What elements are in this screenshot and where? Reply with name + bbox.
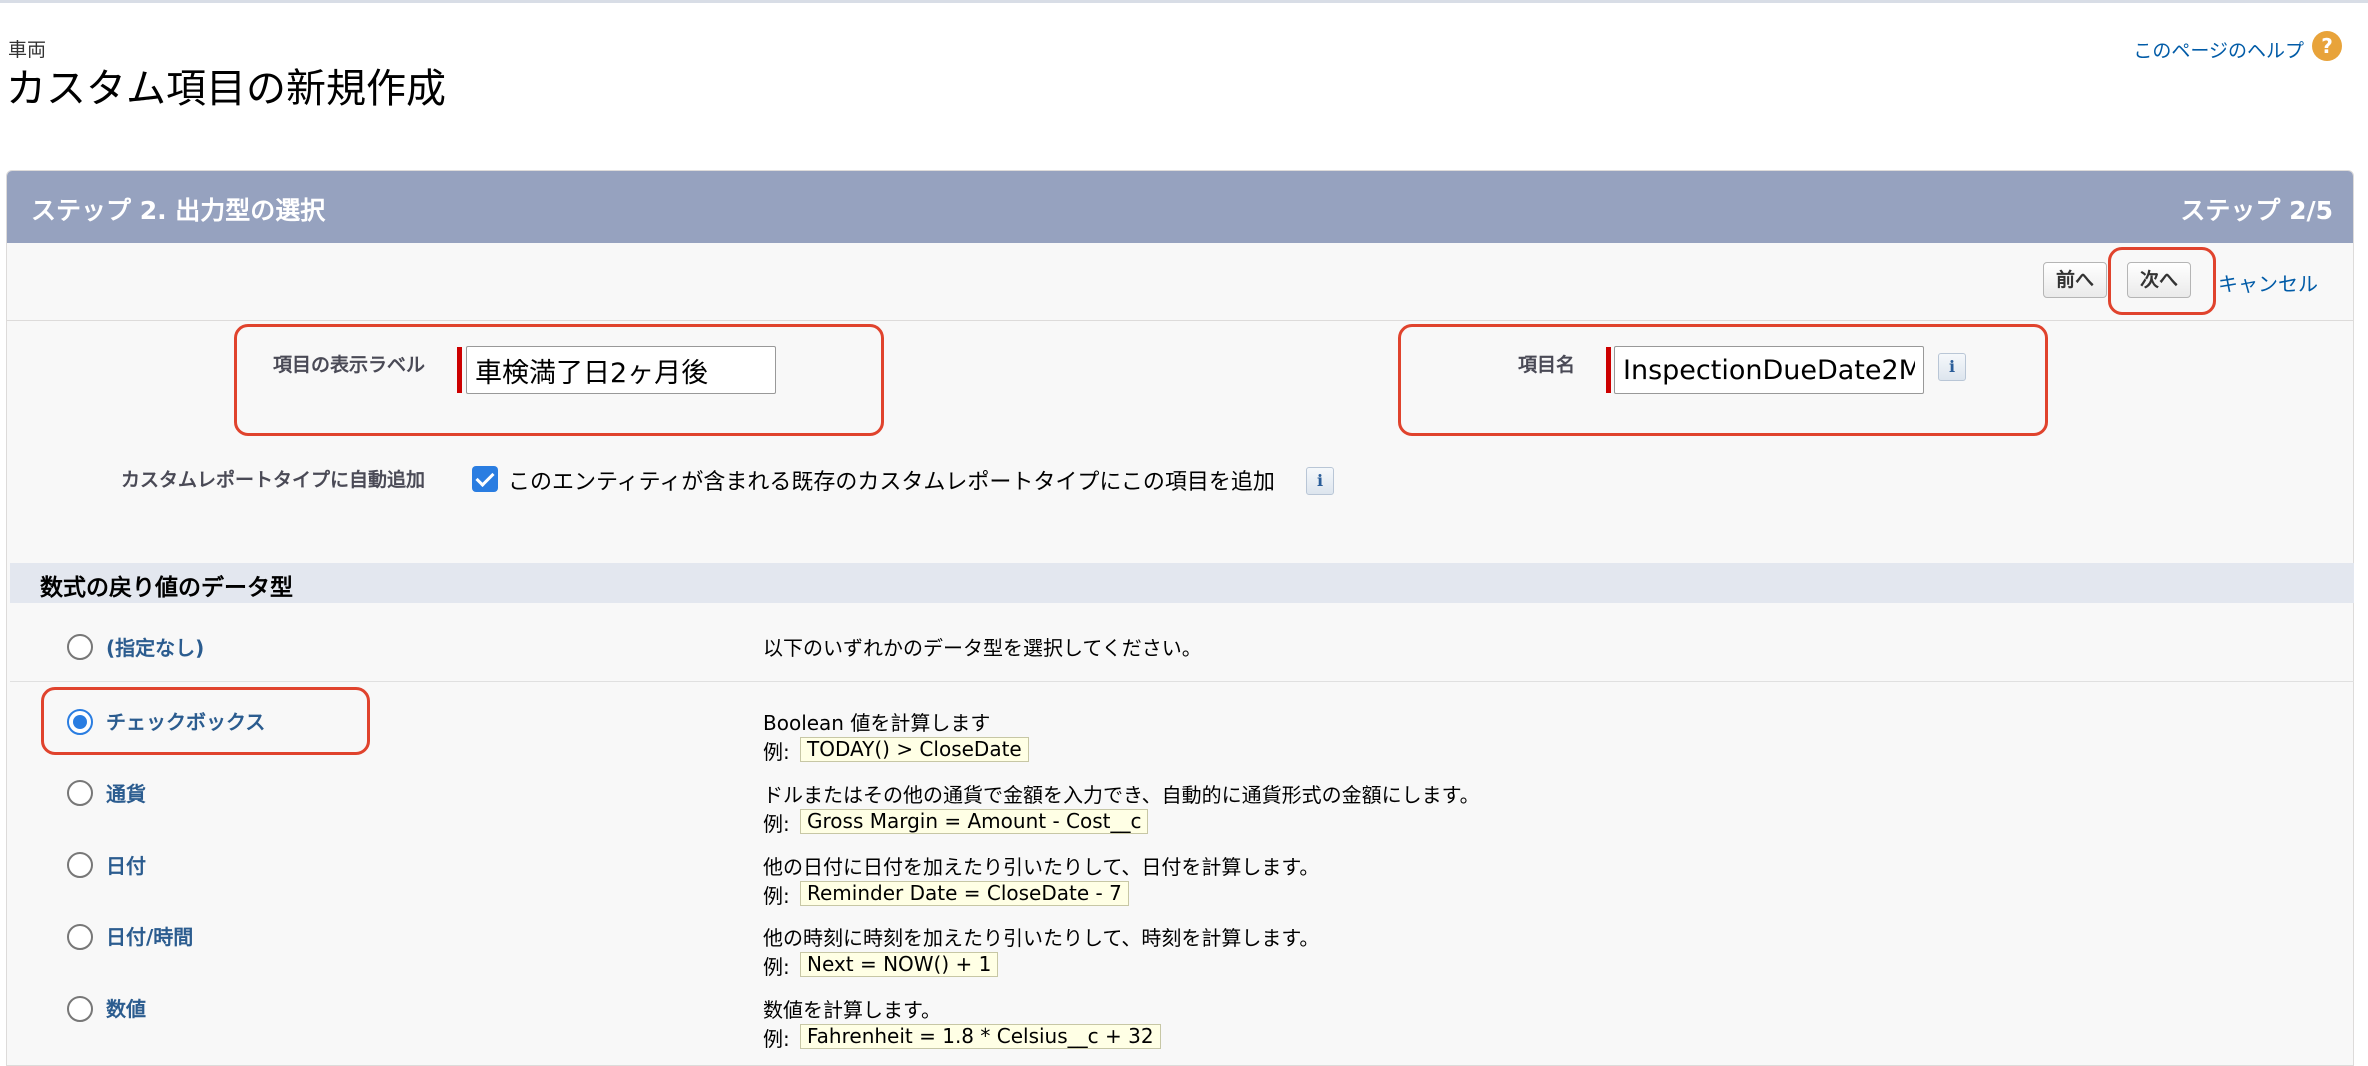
type-label-checkbox[interactable]: チェックボックス [106,706,265,735]
section-title: 数式の戻り値のデータ型 [40,575,293,601]
example-label: 例: [763,884,790,908]
radio-currency[interactable] [67,780,93,806]
radio-number[interactable] [67,996,93,1022]
field-name-caption: 項目名 [1517,354,1575,376]
report-checkbox-text: このエンティティが含まれる既存のカスタムレポートタイプにこの項目を追加 [508,470,1275,495]
top-border [0,0,2368,3]
example-code: Gross Margin = Amount - Cost__c [800,809,1149,834]
example-code: Next = NOW() + 1 [800,952,999,977]
required-indicator [1606,347,1611,393]
example-label: 例: [763,740,790,764]
cancel-link[interactable]: キャンセル [2218,268,2318,297]
info-icon[interactable]: i [1306,467,1334,495]
type-label-number[interactable]: 数値 [106,993,146,1022]
next-button[interactable]: 次へ [2127,262,2191,298]
section-header [10,563,2354,603]
info-icon[interactable]: i [1938,353,1966,381]
report-checkbox[interactable] [472,466,498,492]
example-code: Fahrenheit = 1.8 * Celsius__c + 32 [800,1024,1161,1049]
type-description: 以下のいずれかのデータ型を選択してください。 [763,636,1202,660]
radio-datetime[interactable] [67,924,93,950]
example-code: Reminder Date = CloseDate - 7 [800,881,1129,906]
field-label-caption: 項目の表示ラベル [272,354,425,376]
example-code: TODAY() > CloseDate [800,737,1029,762]
type-description: Boolean 値を計算します [763,711,991,735]
example-label: 例: [763,1027,790,1051]
step-title: ステップ 2. 出力型の選択 [31,196,326,225]
required-indicator [457,347,462,393]
type-label-datetime[interactable]: 日付/時間 [106,921,193,950]
field-label-input[interactable] [466,346,776,394]
row-divider [10,681,2354,682]
page-title: カスタム項目の新規作成 [6,66,446,112]
radio-none[interactable] [67,634,93,660]
type-label-none[interactable]: (指定なし) [106,632,204,661]
type-description: 他の日付に日付を加えたり引いたりして、日付を計算します。 [763,855,1320,879]
type-description: 他の時刻に時刻を加えたり引いたりして、時刻を計算します。 [763,926,1320,950]
type-description: ドルまたはその他の通貨で金額を入力でき、自動的に通貨形式の金額にします。 [763,783,1480,807]
type-description: 数値を計算します。 [763,998,941,1022]
radio-checkbox[interactable] [67,709,93,735]
help-link[interactable]: このページのヘルプ [2133,36,2304,63]
report-caption: カスタムレポートタイプに自動追加 [120,469,425,491]
example-label: 例: [763,955,790,979]
step-header-bar: ステップ 2. 出力型の選択 ステップ 2/5 [7,171,2353,243]
button-row [7,243,2353,321]
help-icon[interactable]: ? [2312,31,2342,61]
type-label-currency[interactable]: 通貨 [106,778,146,807]
example-label: 例: [763,812,790,836]
previous-button[interactable]: 前へ [2043,262,2107,298]
field-name-input[interactable] [1614,346,1924,394]
step-count: ステップ 2/5 [2180,196,2333,225]
type-label-date[interactable]: 日付 [106,850,146,879]
radio-date[interactable] [67,852,93,878]
